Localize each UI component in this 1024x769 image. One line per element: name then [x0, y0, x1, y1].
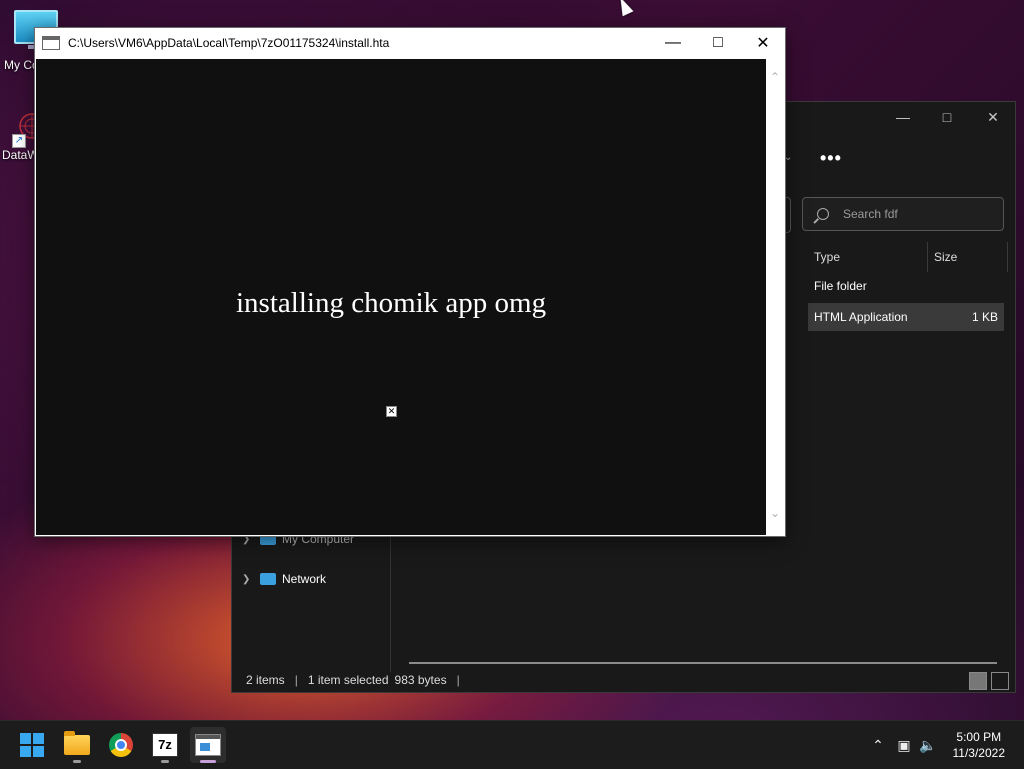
taskbar-7zip[interactable]: 7z [147, 727, 183, 763]
show-hidden-icons-chevron-icon[interactable]: ⌃ [868, 737, 888, 754]
scroll-up-icon[interactable]: ⌃ [769, 71, 781, 83]
maximize-button[interactable]: □ [695, 28, 741, 58]
7zip-icon: 7z [152, 733, 178, 757]
close-button[interactable]: ✕ [740, 28, 786, 58]
horizontal-scrollbar[interactable] [409, 662, 997, 664]
mouse-pointer-icon [615, 0, 634, 17]
taskbar-file-explorer[interactable] [59, 727, 95, 763]
hta-content: installing chomik app omg ✕ [36, 59, 766, 535]
status-bar: 2 items | 1 item selected 983 bytes | [232, 668, 1015, 692]
hta-window[interactable]: C:\Users\VM6\AppData\Local\Temp\7zO01175… [34, 27, 786, 537]
taskbar-chrome[interactable] [103, 727, 139, 763]
item-type: HTML Application [814, 310, 908, 324]
vertical-scrollbar[interactable]: ⌃ ⌄ [766, 59, 784, 535]
column-header-size[interactable]: Size [928, 242, 1008, 272]
status-bytes: 983 bytes [394, 673, 447, 687]
search-input[interactable]: Search fdf [802, 197, 1004, 231]
column-header-type[interactable]: Type [808, 242, 928, 272]
system-tray: ⌃ ▣ 🔈 [868, 721, 940, 769]
running-indicator [200, 760, 216, 763]
status-item-count: 2 items [246, 673, 285, 687]
clock-time: 5:00 PM [956, 730, 1002, 744]
taskbar-hta[interactable] [190, 727, 226, 763]
clock[interactable]: 5:00 PM 11/3/2022 [953, 729, 1006, 761]
list-item-selected[interactable]: HTML Application 1 KB [808, 303, 1004, 331]
item-size: 1 KB [971, 310, 998, 324]
tiles-view-icon[interactable] [991, 672, 1009, 690]
running-indicator [161, 760, 169, 763]
view-toggle [969, 672, 1009, 690]
column-label: Size [934, 250, 958, 264]
hta-app-icon [195, 734, 221, 756]
details-view-icon[interactable] [969, 672, 987, 690]
search-placeholder: Search fdf [843, 207, 898, 221]
broken-image-icon: ✕ [386, 406, 397, 417]
start-button[interactable] [14, 727, 50, 763]
status-separator: | [456, 673, 460, 687]
windows-logo-icon [20, 733, 44, 757]
nav-item-network[interactable]: ❯ Network [242, 572, 326, 586]
more-options-button[interactable]: ••• [820, 148, 842, 169]
column-label: Type [814, 250, 841, 264]
minimize-button[interactable]: — [650, 28, 696, 58]
taskbar: 7z ⌃ ▣ 🔈 5:00 PM 11/3/2022 [0, 720, 1024, 769]
folder-icon [64, 731, 90, 755]
window-app-icon [42, 36, 60, 50]
install-message: installing chomik app omg [236, 287, 547, 319]
running-indicator [73, 760, 81, 763]
shortcut-arrow-icon: ↗ [12, 134, 26, 148]
status-separator: | [294, 673, 298, 687]
status-selected: 1 item selected [307, 673, 389, 687]
nav-item-label: Network [282, 572, 327, 586]
network-icon [260, 573, 276, 585]
volume-icon[interactable]: 🔈 [916, 737, 940, 754]
close-button[interactable]: ✕ [970, 102, 1016, 132]
scroll-down-icon[interactable]: ⌄ [769, 507, 781, 519]
maximize-button[interactable]: □ [924, 102, 970, 132]
item-type: File folder [814, 279, 867, 293]
chrome-icon [109, 733, 133, 757]
minimize-button[interactable]: — [880, 102, 926, 132]
list-item[interactable]: File folder [808, 272, 1004, 300]
window-title: C:\Users\VM6\AppData\Local\Temp\7zO01175… [68, 36, 390, 50]
search-icon [817, 208, 829, 220]
clock-date: 11/3/2022 [952, 746, 1006, 760]
network-status-icon[interactable]: ▣ [892, 737, 916, 754]
chevron-right-icon[interactable]: ❯ [242, 574, 260, 585]
